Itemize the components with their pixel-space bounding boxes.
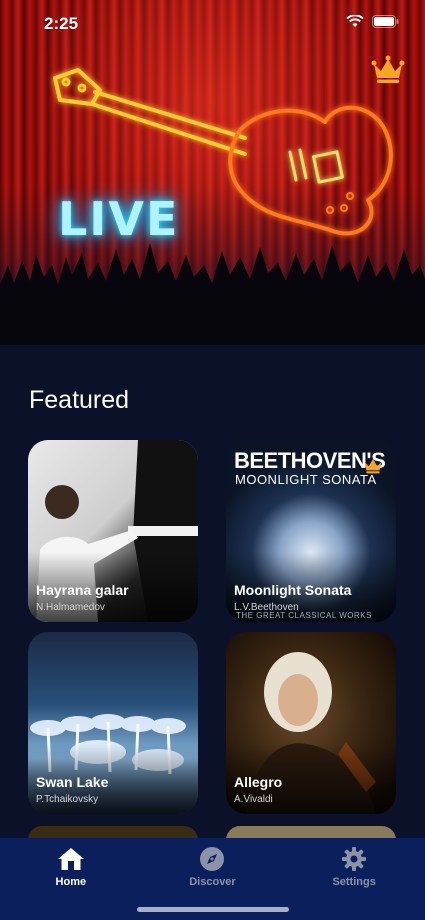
- status-bar: 2:25: [0, 0, 425, 48]
- home-icon: [57, 848, 84, 870]
- featured-card-moonlight-sonata[interactable]: BEETHOVEN'S MOONLIGHT SONATA THE GREAT C…: [226, 440, 396, 622]
- card-title: Swan Lake: [36, 774, 109, 790]
- tab-discover-label: Discover: [189, 876, 236, 888]
- cover-subheading: MOONLIGHT SONATA: [235, 472, 377, 487]
- crowd-silhouette: [0, 243, 425, 345]
- tab-home[interactable]: Home: [11, 838, 131, 920]
- hero-banner[interactable]: LIVE: [0, 0, 425, 345]
- premium-crown-icon: [364, 459, 382, 474]
- home-indicator: [137, 907, 289, 912]
- premium-crown-icon[interactable]: [371, 54, 405, 84]
- card-title: Moonlight Sonata: [234, 582, 352, 598]
- tab-settings[interactable]: Settings: [294, 838, 414, 920]
- battery-icon: [372, 15, 399, 28]
- featured-card-hayrana-galar[interactable]: Hayrana galar N.Halmamedov: [28, 440, 198, 622]
- gear-icon: [342, 847, 367, 871]
- card-artist: L.V.Beethoven: [234, 602, 299, 613]
- compass-icon: [200, 847, 225, 871]
- tab-home-label: Home: [55, 876, 87, 888]
- card-title: Allegro: [234, 774, 283, 790]
- featured-heading: Featured: [29, 386, 130, 414]
- card-title: Hayrana galar: [36, 582, 129, 598]
- wifi-icon: [346, 15, 364, 27]
- featured-card-swan-lake[interactable]: Swan Lake P.Tchaikovsky: [28, 632, 198, 814]
- status-time: 2:25: [44, 14, 79, 33]
- card-artist: N.Halmamedov: [36, 602, 105, 613]
- tab-settings-label: Settings: [332, 876, 376, 888]
- card-artist: P.Tchaikovsky: [36, 794, 99, 805]
- featured-card-allegro[interactable]: Allegro A.Vivaldi: [226, 632, 396, 814]
- card-artist: A.Vivaldi: [234, 794, 273, 805]
